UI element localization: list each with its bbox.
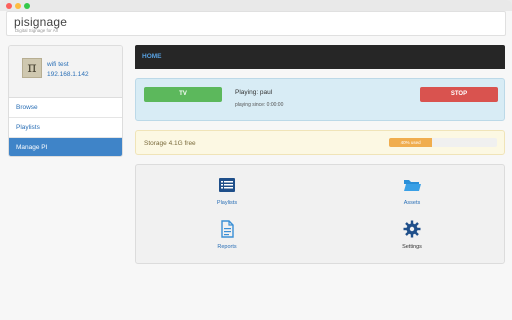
page-title[interactable]: HOME xyxy=(142,53,162,60)
assets-tile[interactable]: Assets xyxy=(382,176,442,212)
brand-bar: pisignage Digital Signage for All xyxy=(6,11,506,36)
player-ip: 192.168.1.142 xyxy=(47,71,89,78)
reports-tile[interactable]: Reports xyxy=(197,220,257,256)
sidebar-item-playlists[interactable]: Playlists xyxy=(9,118,122,138)
sidebar-item-manage-pi[interactable]: Manage PI xyxy=(9,138,122,156)
tv-button[interactable]: TV xyxy=(144,87,222,102)
playlists-tile-label: Playlists xyxy=(216,200,238,206)
title-bar xyxy=(0,0,512,11)
player-card: π wifi test 192.168.1.142 xyxy=(9,46,122,98)
playback-panel: TV Playing: paul playing since: 0:00:00 … xyxy=(135,78,505,121)
storage-panel: Storage 4.1G free 40% used xyxy=(135,130,505,155)
player-name[interactable]: wifi test xyxy=(47,61,69,68)
app-window: pisignage Digital Signage for All π wifi… xyxy=(0,0,512,320)
assets-tile-label: Assets xyxy=(403,200,421,206)
settings-tile[interactable]: Settings xyxy=(382,220,442,256)
folder-icon xyxy=(404,180,421,191)
storage-used-fill: 40% used xyxy=(389,138,433,147)
brand-logo[interactable]: pisignage xyxy=(14,15,67,29)
storage-free-label: Storage 4.1G free xyxy=(144,140,196,147)
quick-links-panel: Playlists Assets Reports Settings xyxy=(135,164,505,264)
playlists-tile[interactable]: Playlists xyxy=(197,176,257,212)
gear-icon xyxy=(403,220,421,238)
playing-since-label: playing since: 0:00:00 xyxy=(235,102,284,108)
page-header: HOME xyxy=(135,45,505,69)
report-icon xyxy=(221,220,234,238)
maximize-window-button[interactable] xyxy=(24,3,30,9)
playlists-icon xyxy=(219,178,235,192)
sidebar: π wifi test 192.168.1.142 Browse Playlis… xyxy=(8,45,123,157)
now-playing-label: Playing: paul xyxy=(235,89,273,96)
stop-button[interactable]: STOP xyxy=(420,87,498,102)
minimize-window-button[interactable] xyxy=(15,3,21,9)
reports-tile-label: Reports xyxy=(217,244,237,250)
sidebar-item-browse[interactable]: Browse xyxy=(9,98,122,118)
storage-progress-bar: 40% used xyxy=(389,138,497,147)
close-window-button[interactable] xyxy=(6,3,12,9)
settings-tile-label: Settings xyxy=(402,244,422,250)
pi-avatar-icon: π xyxy=(22,58,42,78)
brand-tagline: Digital Signage for All xyxy=(15,28,58,33)
